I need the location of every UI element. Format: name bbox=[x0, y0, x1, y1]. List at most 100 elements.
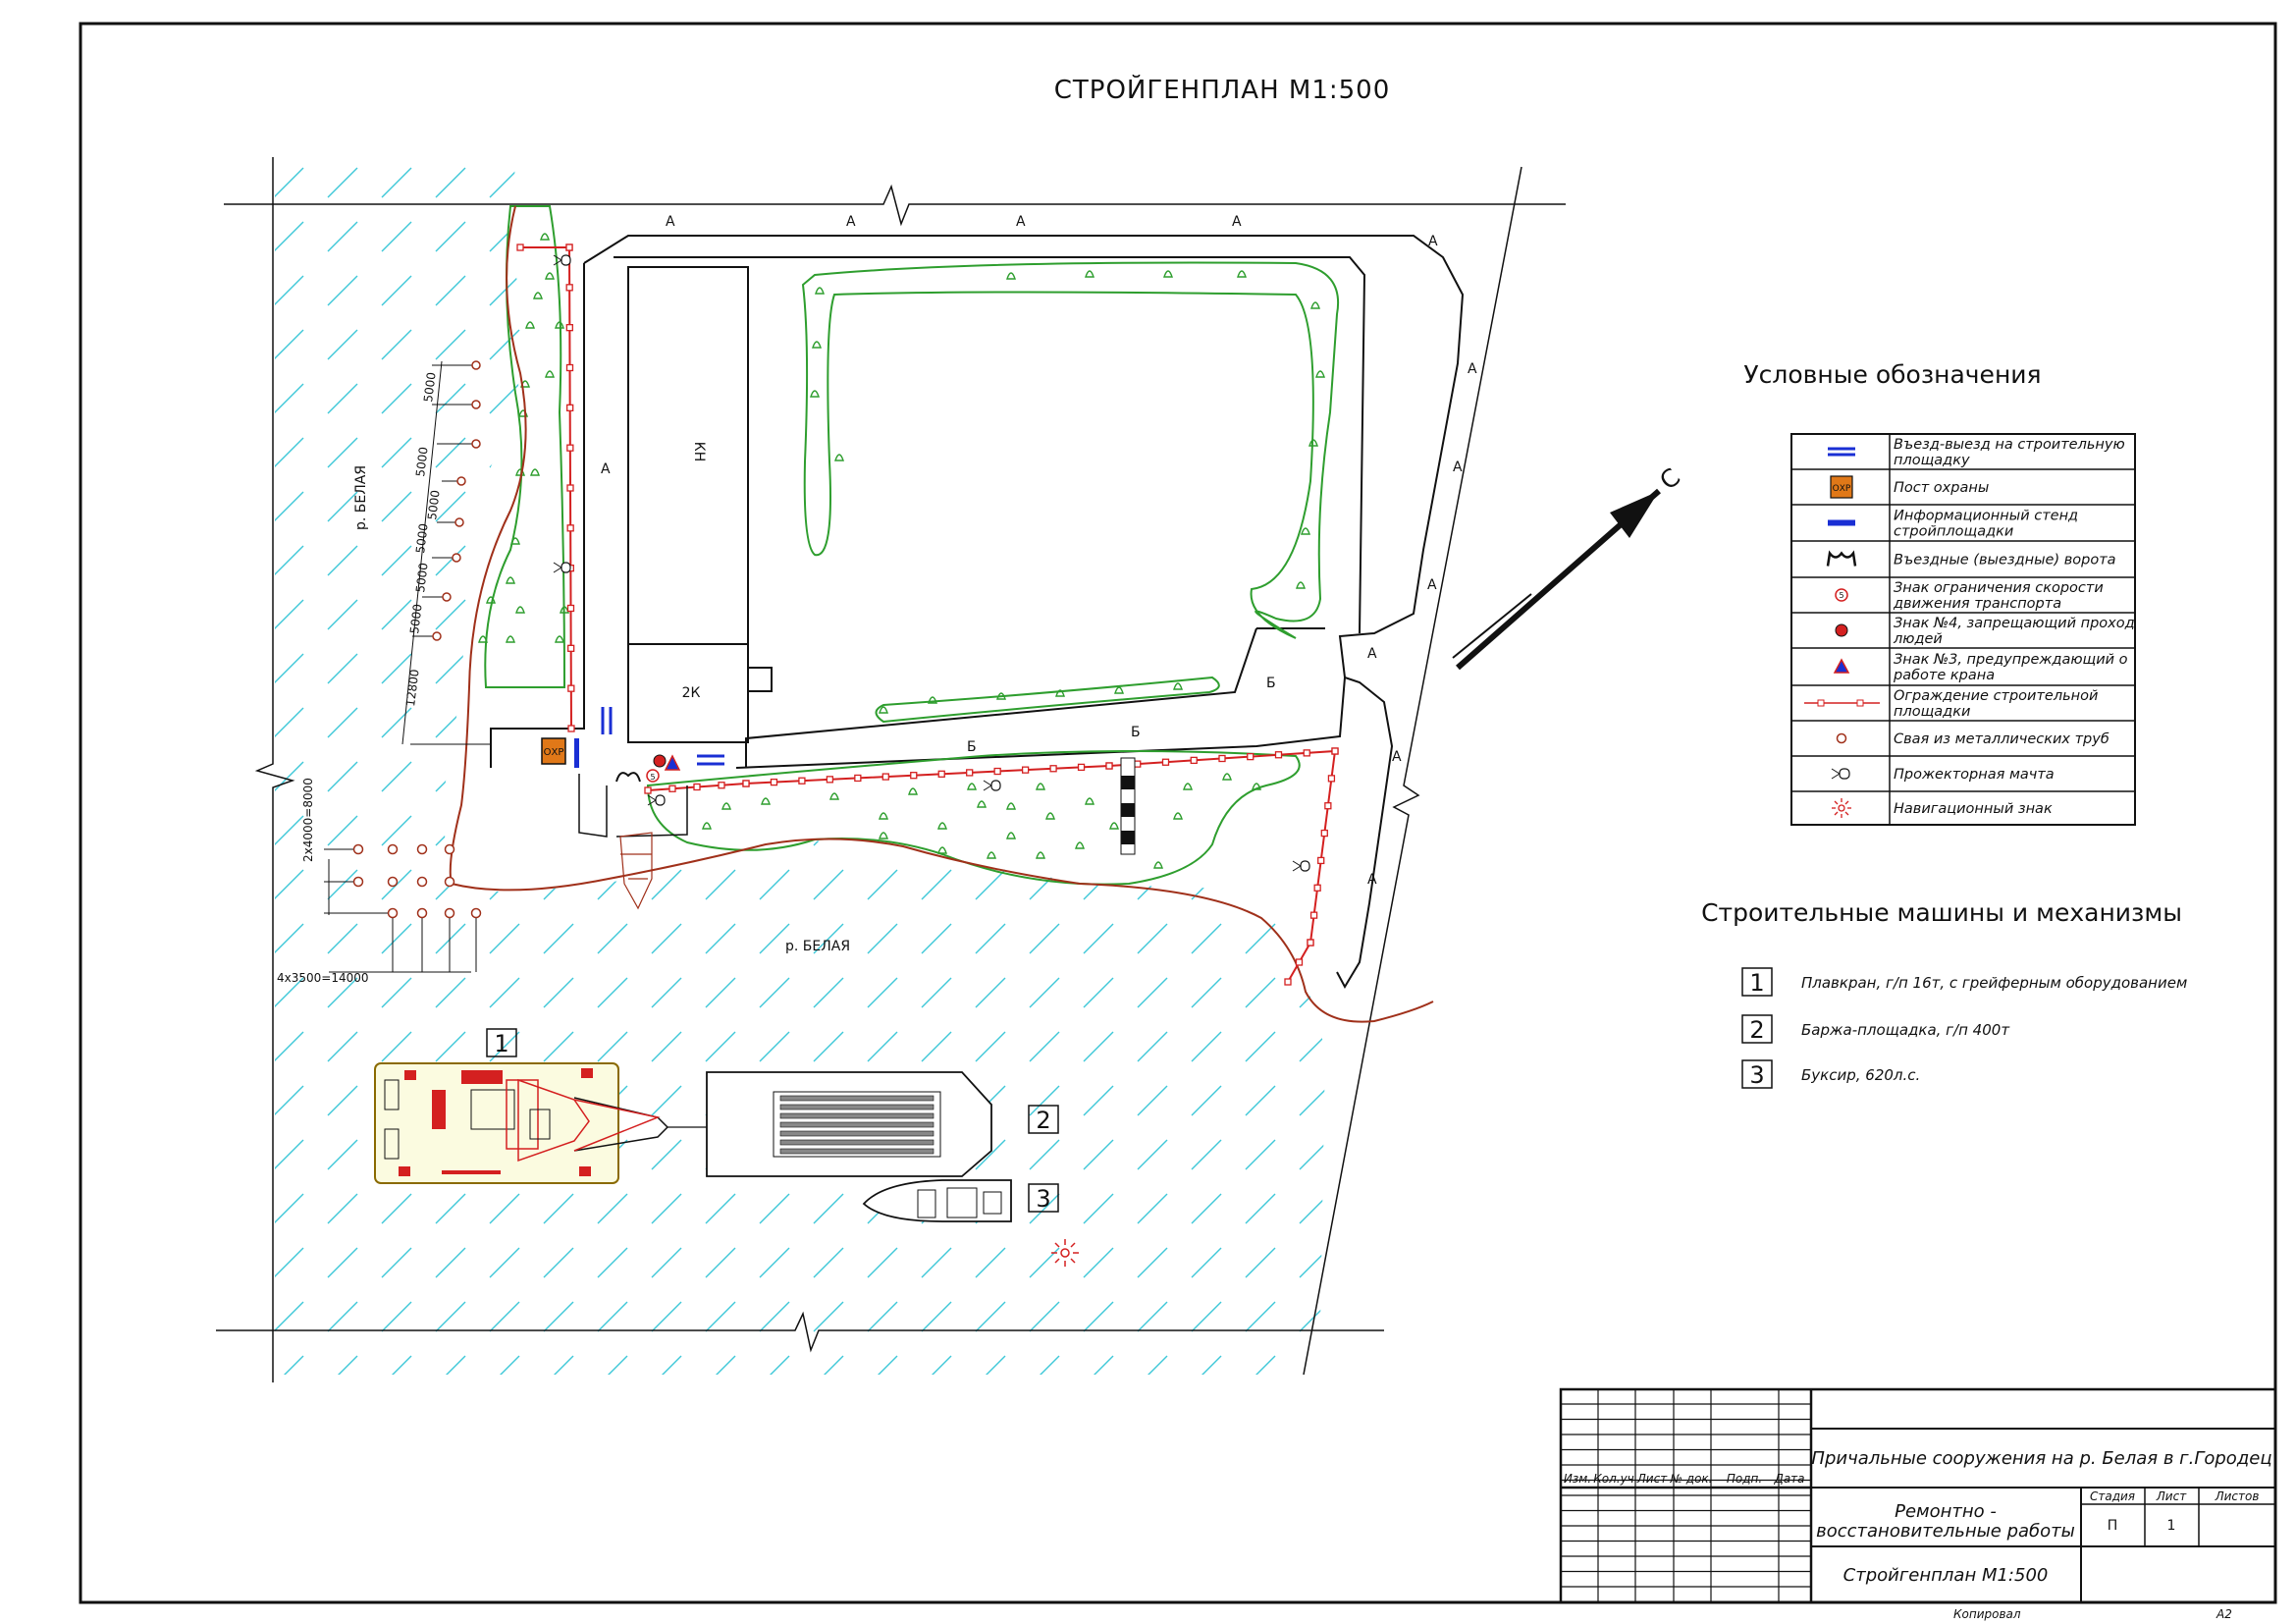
legend-row: Въездные (выездные) ворота bbox=[1791, 540, 2135, 568]
svg-text:Дата: Дата bbox=[1773, 1472, 1804, 1486]
pile bbox=[444, 876, 455, 888]
fence-post bbox=[993, 767, 1001, 776]
pile bbox=[432, 631, 442, 641]
fence-post bbox=[1307, 939, 1314, 947]
legend-row: Знак №3, предупреждающий оработе крана bbox=[1791, 647, 2135, 683]
tree-icon bbox=[1173, 812, 1183, 820]
legend-label: Информационный стенд bbox=[1894, 509, 2078, 524]
fence-post bbox=[881, 773, 889, 781]
svg-text:Плавкран, г/п 16т, с грейферны: Плавкран, г/п 16т, с грейферным оборудов… bbox=[1801, 974, 2187, 992]
tree-icon bbox=[515, 606, 525, 614]
river-label-vertical: р. БЕЛАЯ bbox=[353, 465, 369, 530]
tree-icon bbox=[879, 812, 888, 820]
svg-text:Изм.: Изм. bbox=[1564, 1472, 1591, 1486]
legend-label: стройплощадки bbox=[1894, 524, 2013, 540]
tree-icon bbox=[506, 635, 515, 643]
fence-post bbox=[566, 404, 574, 411]
tree-icon bbox=[1085, 270, 1095, 278]
legend-table: Въезд-выезд на строительнуюплощадку ОХР По… bbox=[1790, 433, 2136, 826]
svg-text:4x3500=14000: 4x3500=14000 bbox=[277, 971, 369, 985]
legend-row: ОХР Пост охраны bbox=[1791, 468, 2135, 499]
tree-icon bbox=[761, 797, 771, 805]
fence-post bbox=[1134, 760, 1142, 768]
stamp-headers: Изм. Кол.уч Лист № док. Подп. Дата bbox=[1564, 1472, 1805, 1486]
tree-icon bbox=[1296, 581, 1306, 589]
navigation-sign-icon bbox=[1832, 798, 1851, 818]
floodlight-mast-icon bbox=[1831, 768, 1850, 780]
machine-item-2: 2 Баржа-площадка, г/п 400т bbox=[1741, 1014, 2010, 1044]
tree-icon bbox=[1114, 686, 1124, 694]
pile bbox=[471, 400, 481, 409]
gate bbox=[615, 772, 641, 783]
tree-icon bbox=[908, 787, 918, 795]
guard-post-icon: ОХР bbox=[1830, 475, 1853, 499]
double-arrow-icon bbox=[1828, 447, 1855, 457]
tree-icon bbox=[829, 792, 839, 800]
north-arrow bbox=[1452, 488, 1661, 671]
tree-icon bbox=[555, 635, 564, 643]
floodlight-mast-icon bbox=[983, 780, 1001, 791]
svg-text:А: А bbox=[1367, 646, 1377, 662]
fence-post bbox=[567, 644, 575, 652]
fence-post bbox=[1218, 754, 1226, 763]
tree-icon bbox=[525, 321, 535, 329]
legend-label: движения транспорта bbox=[1893, 596, 2061, 612]
fence-post bbox=[1320, 829, 1328, 838]
legend-row: Прожекторная мачта bbox=[1791, 755, 2135, 783]
stamp-sheet: 1 bbox=[2167, 1518, 2176, 1534]
entry-arrows-horizontal bbox=[697, 754, 724, 766]
legend-label: Навигационный знак bbox=[1894, 801, 2053, 817]
fence-post bbox=[566, 604, 575, 613]
gate-icon bbox=[1826, 550, 1857, 567]
svg-text:А: А bbox=[666, 214, 675, 230]
svg-text:Подп.: Подп. bbox=[1727, 1472, 1762, 1486]
fence-post bbox=[1309, 911, 1318, 919]
speed-sign-icon: 5 bbox=[1835, 588, 1848, 602]
svg-text:Б: Б bbox=[1131, 725, 1141, 740]
fence-post bbox=[798, 777, 806, 785]
fence-post bbox=[565, 284, 573, 292]
tree-icon bbox=[1315, 370, 1325, 378]
fence-post bbox=[1313, 884, 1321, 892]
tree-icon bbox=[1006, 832, 1016, 839]
fence-post bbox=[1190, 756, 1198, 765]
fence-post bbox=[1105, 762, 1113, 770]
tree-icon bbox=[1301, 527, 1310, 535]
svg-text:А: А bbox=[1016, 214, 1026, 230]
pile bbox=[456, 476, 466, 486]
svg-text:А: А bbox=[1232, 214, 1242, 230]
svg-text:А: А bbox=[1468, 361, 1477, 377]
entry-arrows-vertical bbox=[601, 707, 613, 734]
tree-icon bbox=[1173, 682, 1183, 690]
legend-label: Въезд-выезд на строительную bbox=[1894, 437, 2125, 453]
drawing-sheet: СТРОЙГЕНПЛАН М1:500 КН 2К А А А А А А А … bbox=[79, 22, 2277, 1621]
tree-icon bbox=[1075, 841, 1085, 849]
fence-post bbox=[1021, 766, 1030, 774]
stamp-drawing-name: Стройгенплан М1:500 bbox=[1843, 1565, 2049, 1586]
tree-icon bbox=[1036, 851, 1045, 859]
pile bbox=[471, 439, 481, 449]
crane-warning-sign bbox=[664, 754, 681, 771]
fence-post bbox=[566, 484, 574, 492]
stamp-stage: П bbox=[2108, 1518, 2118, 1534]
fence-post bbox=[516, 244, 524, 251]
pile bbox=[352, 843, 364, 855]
tree-icon bbox=[1006, 802, 1016, 810]
svg-text:ОХР: ОХР bbox=[1833, 484, 1851, 494]
stamp-work-line2: восстановительные работы bbox=[1816, 1521, 2075, 1542]
stamp-copied: Копировал bbox=[1953, 1607, 2021, 1621]
legend-row: Ограждение строительнойплощадки bbox=[1791, 684, 2135, 720]
tree-icon bbox=[1153, 861, 1163, 869]
fence-post bbox=[742, 780, 750, 787]
north-label: С bbox=[1654, 462, 1685, 495]
fence-post bbox=[854, 774, 862, 783]
svg-text:Б: Б bbox=[967, 739, 977, 755]
fence-post bbox=[1327, 775, 1336, 783]
tree-icon bbox=[1222, 773, 1232, 781]
tree-icon bbox=[1006, 272, 1016, 280]
svg-text:А: А bbox=[601, 461, 611, 477]
tree-icon bbox=[967, 783, 977, 790]
legend-label: Ограждение строительной bbox=[1894, 688, 2098, 704]
vessel-number-3: 3 bbox=[1036, 1185, 1050, 1213]
legend-label: Прожекторная мачта bbox=[1894, 767, 2055, 783]
